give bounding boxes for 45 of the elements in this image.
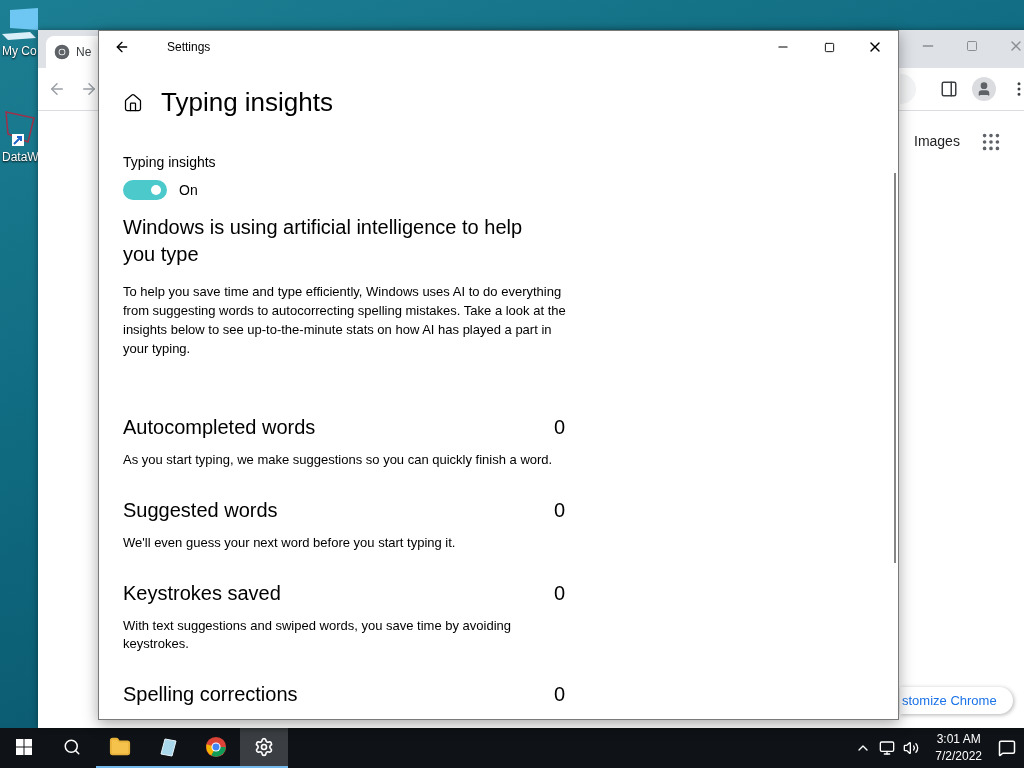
maximize-icon[interactable] [823, 41, 835, 53]
forward-icon[interactable] [80, 80, 98, 98]
settings-icon [254, 737, 274, 757]
side-panel-icon[interactable] [940, 80, 958, 98]
window-title: Settings [167, 40, 212, 54]
stat-value: 0 [553, 499, 565, 522]
notepad-icon [157, 736, 179, 758]
stat-value: 0 [553, 683, 565, 706]
stat-description: With text suggestions and swiped words, you save time by avoiding keystrokes. [123, 617, 513, 653]
search-icon [63, 738, 81, 756]
stat-description: We'll even guess your next word before you start typing it. [123, 534, 457, 552]
stat-description: As you start typing, we make suggestions so you can quickly finish a word. [123, 451, 554, 469]
stat-value: 0 [553, 416, 565, 439]
stat-title: Autocompleted words [123, 416, 316, 439]
clock-date: 7/2/2022 [935, 748, 982, 765]
folder-icon [109, 736, 131, 758]
stat-value: 0 [553, 582, 565, 605]
notifications-icon[interactable] [998, 739, 1016, 757]
clock-time: 3:01 AM [936, 731, 981, 748]
apps-grid-icon[interactable] [980, 131, 1002, 153]
section-heading: Windows is using artificial intelligence to help you type [123, 215, 524, 267]
toggle-switch[interactable] [123, 180, 167, 200]
chrome-logo-icon [205, 736, 227, 758]
toggle-label: Typing insights [123, 154, 217, 170]
scrollbar[interactable] [894, 173, 896, 563]
profile-avatar[interactable] [972, 77, 996, 101]
customize-button[interactable]: stomize Chrome [900, 687, 1013, 714]
stat-title: Suggested words [123, 499, 278, 522]
back-icon[interactable] [114, 39, 130, 55]
computer-icon [0, 8, 40, 42]
stat-title: Spelling corrections [123, 683, 298, 706]
taskbar-app[interactable] [240, 728, 288, 768]
home-icon[interactable] [123, 92, 143, 113]
volume-icon[interactable] [903, 740, 920, 756]
description-text: To help you save time and type efficiently, Windows uses AI to do everything from suggesting words to autocorrecting spelling mistakes. Take a look at the insights below to see up-to-the-minute stats on how AI has played a part in your typing. [123, 283, 567, 358]
page-title: Typing insights [161, 87, 333, 118]
stat-title: Keystrokes saved [123, 582, 281, 605]
desktop-icon-label[interactable]: DataW [0, 150, 39, 164]
chrome-logo-icon [54, 44, 70, 60]
desktop-icon-label[interactable]: My Co [0, 44, 37, 58]
browser-tab[interactable]: Ne [46, 36, 98, 68]
toggle-state: On [179, 182, 198, 198]
windows-logo-icon [16, 739, 32, 755]
network-icon[interactable] [879, 740, 896, 756]
images-link[interactable]: Images [914, 133, 960, 149]
